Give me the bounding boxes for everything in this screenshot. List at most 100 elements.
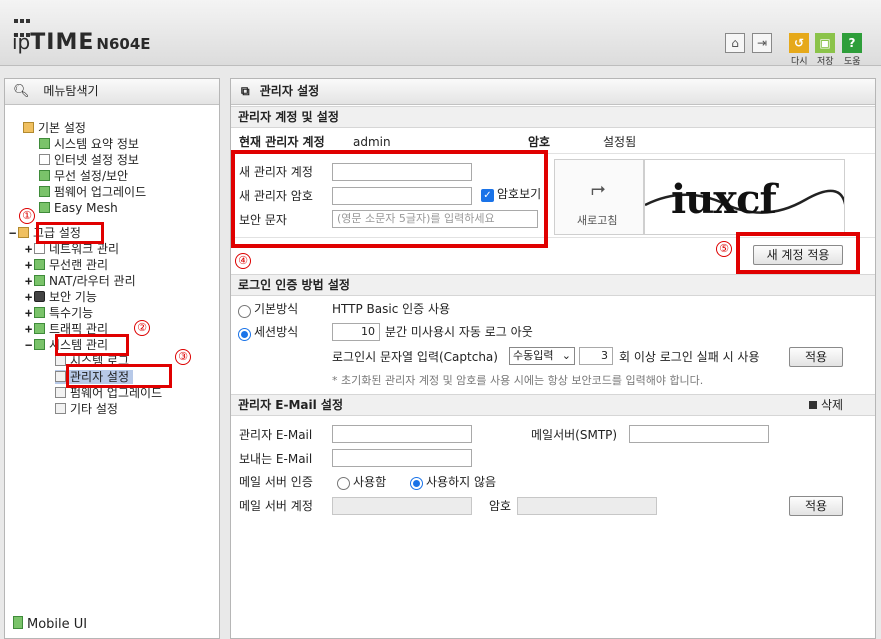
mail-auth-on-radio[interactable] [337, 477, 350, 490]
fail-count-input[interactable]: 3 [579, 347, 613, 365]
help-button[interactable]: ? [842, 33, 862, 53]
sidebar-item-network[interactable]: + 네트워크 관리 [25, 242, 119, 256]
admin-email-input[interactable] [332, 425, 472, 443]
sidebar-item-firmware[interactable]: 펌웨어 업그레이드 [39, 185, 146, 199]
sidebar-item-wireless[interactable]: 무선 설정/보안 [39, 169, 128, 183]
mail-account-input[interactable] [332, 497, 472, 515]
wifi-icon [39, 170, 50, 181]
captcha-text: iuxcf [671, 176, 777, 223]
section-account-title: 관리자 계정 및 설정 [231, 106, 875, 128]
section-login-title: 로그인 인증 방법 설정 [231, 274, 875, 296]
sidebar-item-other-settings[interactable]: 기타 설정 [55, 402, 118, 416]
folder-icon [23, 122, 34, 133]
sidebar-item-nat[interactable]: + NAT/라우터 관리 [25, 274, 136, 288]
chart-icon [34, 339, 45, 350]
highlight-box-system-management [55, 334, 129, 356]
current-password-value: 설정됨 [603, 135, 637, 149]
help-label: 도움 [844, 57, 861, 67]
wifi-icon [34, 259, 45, 270]
session-auth-label: 세션방식 [254, 325, 299, 339]
login-note: * 초기화된 관리자 계정 및 암호를 사용 시에는 항상 보안코드를 입력해야… [332, 374, 704, 387]
brand-model: N604E [96, 35, 151, 53]
page-title: 관리자 설정 [259, 84, 320, 98]
home-icon[interactable]: ⌂ [725, 33, 745, 53]
admin-email-label: 관리자 E-Mail [239, 428, 313, 442]
collapse-icon: − [25, 338, 33, 352]
redo-label: 다시 [791, 57, 808, 67]
logout-icon[interactable]: ⇥ [752, 33, 772, 53]
email-apply-button[interactable]: 적용 [789, 496, 843, 516]
sidebar-item-wlan[interactable]: + 무선랜 관리 [25, 258, 108, 272]
page-icon [55, 371, 66, 382]
expand-icon: + [25, 274, 33, 288]
mail-password-input[interactable] [517, 497, 657, 515]
brand-time: TIME [30, 30, 95, 55]
mesh-icon [39, 202, 50, 213]
header: ipTIME N604E ⌂ ⇥ ↺ 다시 ▣ 저장 ? 도움 [0, 0, 881, 67]
sidebar-item-easy-mesh[interactable]: Easy Mesh [39, 201, 118, 215]
sidebar-item-basic-settings[interactable]: 기본 설정 [23, 121, 86, 135]
fail-count-desc: 회 이상 로그인 실패 시 사용 [619, 350, 760, 364]
special-icon [34, 307, 45, 318]
session-timeout-input[interactable]: 10 [332, 323, 380, 341]
expand-icon: + [25, 290, 33, 304]
mail-auth-off-radio[interactable] [410, 477, 423, 490]
captcha-mode-select[interactable]: 수동입력 ⌄ [509, 347, 575, 365]
sidebar-item-firmware-upgrade[interactable]: 펌웨어 업그레이드 [55, 386, 162, 400]
current-account-value: admin [353, 135, 391, 149]
sidebar-item-system-summary[interactable]: 시스템 요약 정보 [39, 137, 139, 151]
highlight-box-admin-settings [66, 364, 172, 388]
refresh-captcha-button[interactable]: ⮣ 새로고침 [554, 159, 644, 235]
captcha-mode-label: 로그인시 문자열 입력(Captcha) [332, 350, 498, 364]
refresh-icon: ⮣ [591, 178, 606, 199]
refresh-label: 새로고침 [577, 214, 618, 227]
page-icon [55, 355, 66, 366]
captcha-image: iuxcf [644, 159, 845, 235]
sidebar-item-special[interactable]: + 특수기능 [25, 306, 93, 320]
annotation-5: ⑤ [716, 241, 732, 257]
network-icon [34, 243, 45, 254]
basic-auth-radio[interactable] [238, 305, 251, 318]
search-icon: 🔍︎ [13, 84, 30, 99]
login-apply-button[interactable]: 적용 [789, 347, 843, 367]
traffic-icon [34, 323, 45, 334]
router-icon [34, 275, 45, 286]
section-email-title: 관리자 E-Mail 설정 삭제 [231, 394, 875, 416]
highlight-box-advanced [36, 222, 104, 244]
expand-icon: + [25, 306, 33, 320]
delete-button[interactable]: 삭제 [809, 395, 843, 415]
mail-auth-label: 메일 서버 인증 [239, 475, 313, 489]
redo-button[interactable]: ↺ [789, 33, 809, 53]
mobile-icon [13, 616, 23, 629]
mail-auth-on-label: 사용함 [353, 475, 387, 489]
session-auth-radio[interactable] [238, 328, 251, 341]
sidebar-item-security[interactable]: + 보안 기능 [25, 290, 97, 304]
sidebar-header: 🔍︎ 메뉴탐색기 [5, 79, 219, 105]
smtp-label: 메일서버(SMTP) [531, 428, 618, 442]
upgrade-icon [39, 186, 50, 197]
brand-ip: ip [12, 30, 31, 54]
mail-auth-off-label: 사용하지 않음 [426, 475, 497, 489]
chart-icon [39, 138, 50, 149]
chevron-down-icon: ⌄ [561, 349, 571, 362]
annotation-1: ① [19, 208, 35, 224]
folder-icon [18, 227, 29, 238]
sender-email-input[interactable] [332, 449, 472, 467]
monitor-icon [39, 154, 50, 165]
save-button[interactable]: ▣ [815, 33, 835, 53]
expand-icon: + [25, 242, 33, 256]
current-account-label: 현재 관리자 계정 [239, 135, 325, 149]
smtp-input[interactable] [629, 425, 769, 443]
sidebar-item-internet-info[interactable]: 인터넷 설정 정보 [39, 153, 139, 167]
brand-logo: ipTIME N604E [12, 30, 151, 55]
annotation-3: ③ [175, 349, 191, 365]
collapse-icon: − [9, 226, 17, 240]
page-icon [55, 387, 66, 398]
session-timeout-desc: 분간 미사용시 자동 로그 아웃 [385, 325, 533, 339]
page-icon [55, 403, 66, 414]
mail-account-label: 메일 서버 계정 [239, 499, 313, 513]
save-label: 저장 [817, 57, 834, 67]
expand-icon: + [25, 322, 33, 336]
sender-email-label: 보내는 E-Mail [239, 452, 313, 466]
mobile-ui-link[interactable]: Mobile UI [13, 616, 87, 632]
